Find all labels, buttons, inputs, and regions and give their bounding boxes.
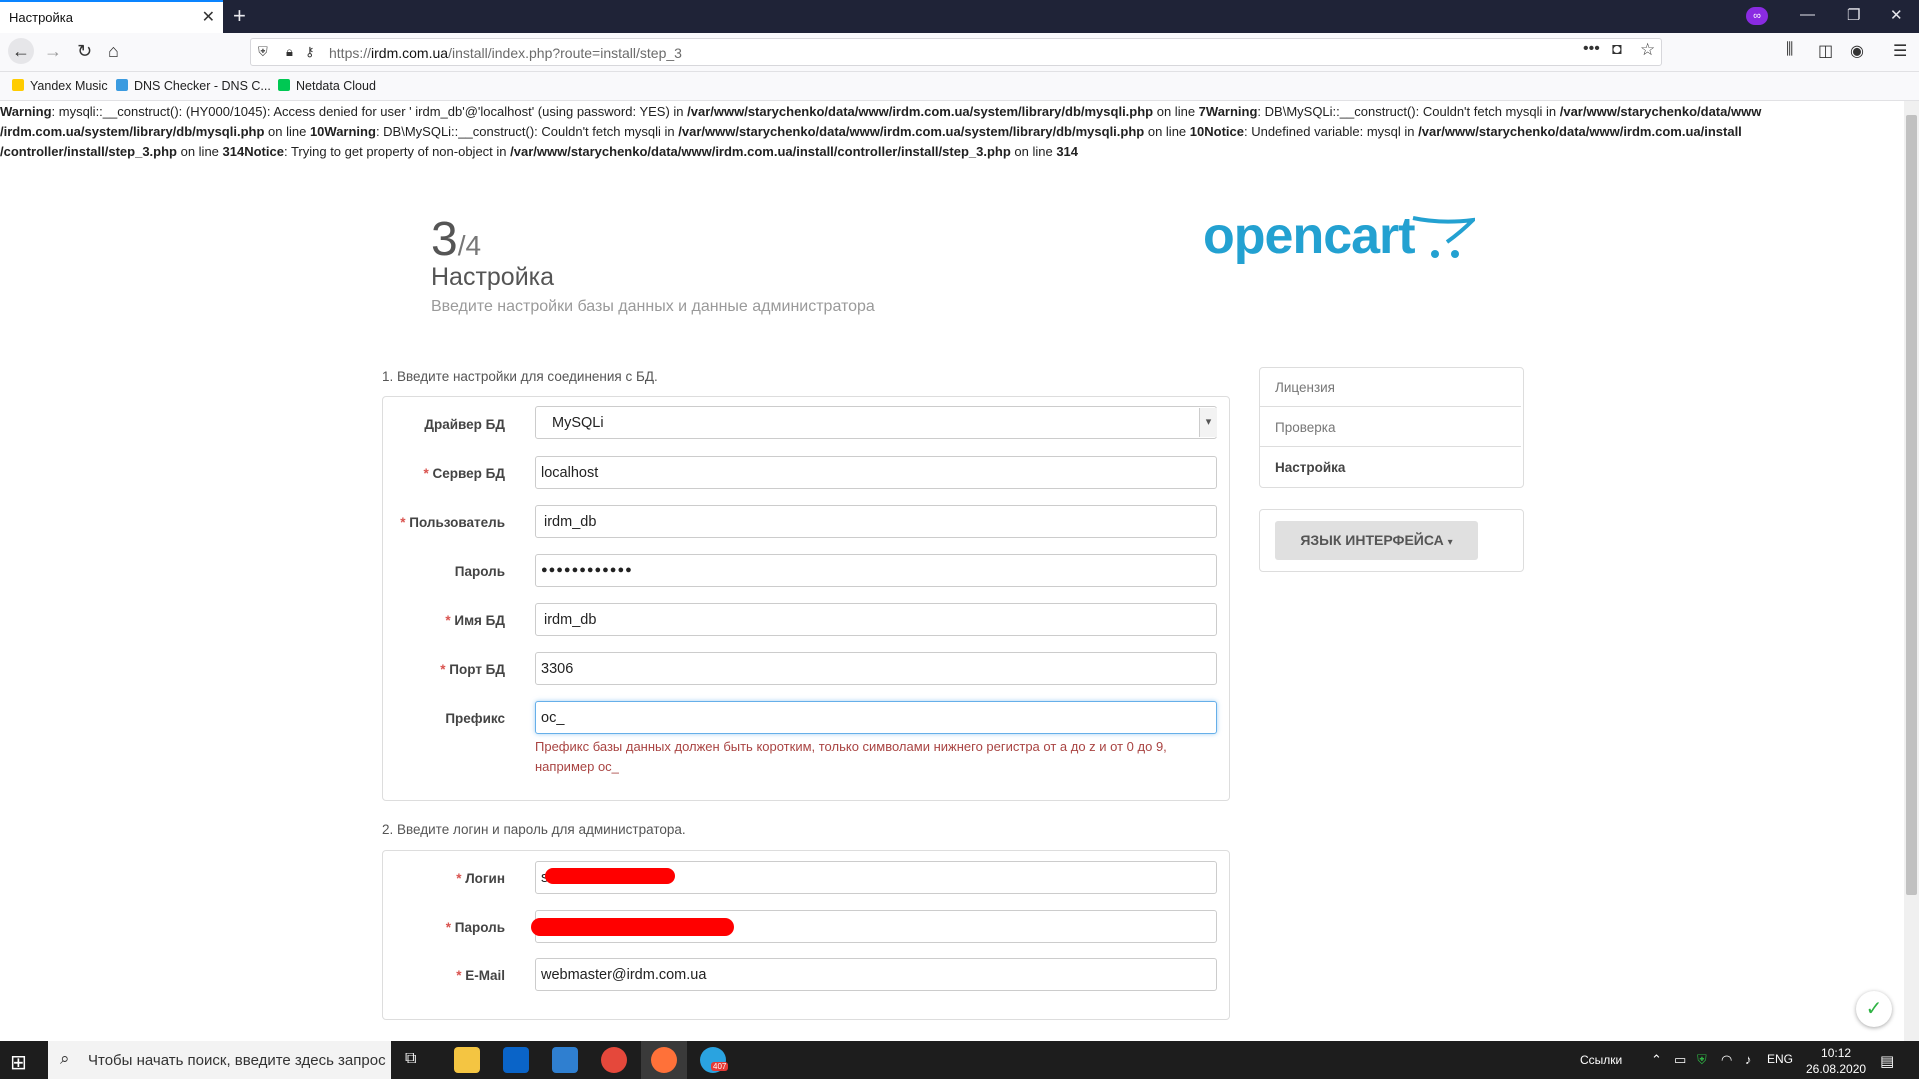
bookmark-dns-checker[interactable]: DNS Checker - DNS C... [116, 79, 271, 93]
sidebar-item-license[interactable]: Лицензия [1260, 368, 1521, 407]
driver-select-value: MySQLi [552, 415, 604, 431]
search-icon: ⌕ [60, 1049, 70, 1068]
window-close-icon[interactable]: ✕ [1890, 6, 1903, 24]
windows-start-icon[interactable]: ⊞ [10, 1050, 27, 1075]
page-subtitle: Введите настройки базы данных и данные а… [431, 298, 875, 315]
yandex-music-icon [12, 79, 24, 91]
file-explorer-icon[interactable] [454, 1047, 480, 1073]
reload-icon[interactable]: ↻ [77, 41, 92, 62]
taskbar-search-placeholder: Чтобы начать поиск, введите здесь запрос [88, 1052, 386, 1069]
chevron-up-icon[interactable]: ⌃ [1651, 1052, 1662, 1068]
user-input-value: irdm_db [544, 514, 597, 530]
tray-links-label[interactable]: Ссылки [1580, 1053, 1622, 1067]
security-check-icon[interactable]: ✓ [1856, 991, 1892, 1027]
db-password-value: ●●●●●●●●●●●● [541, 564, 633, 576]
bookmark-star-icon[interactable]: ☆ [1640, 40, 1655, 60]
admin-password-label: * Пароль [445, 920, 505, 935]
db-password-input[interactable] [535, 554, 1217, 587]
menu-icon[interactable]: ☰ [1893, 41, 1907, 61]
db-section-legend: 1. Введите настройки для соединения с БД… [382, 369, 658, 384]
close-icon[interactable]: ✕ [202, 7, 215, 27]
dbname-input[interactable] [535, 603, 1217, 636]
dbname-label: * Имя БД [445, 613, 505, 628]
sidebar-item-settings[interactable]: Настройка [1260, 448, 1521, 487]
login-label: * Логин [456, 871, 505, 886]
security-tray-icon[interactable]: ⛨ [1697, 1052, 1707, 1068]
library-icon[interactable]: ⫼ [1786, 41, 1793, 59]
notifications-icon[interactable]: ▤ [1880, 1052, 1894, 1070]
cart-icon [1412, 216, 1475, 258]
warning-line: /irdm.com.ua/system/library/db/mysqli.ph… [0, 124, 1742, 139]
taskbar-clock[interactable]: 10:12 26.08.2020 [1806, 1045, 1866, 1077]
url-host: irdm.com.ua [371, 45, 449, 61]
netdata-icon [278, 79, 290, 91]
scrollbar-thumb[interactable] [1906, 115, 1917, 895]
url-path: /install/index.php?route=install/step_3 [448, 45, 682, 61]
app-cube-icon[interactable] [552, 1047, 578, 1073]
outlook-icon[interactable] [503, 1047, 529, 1073]
host-label: * Сервер БД [423, 466, 505, 481]
dns-checker-icon [116, 79, 128, 91]
warning-line: Warning: mysqli::__construct(): (HY000/1… [0, 104, 1762, 119]
sidebar-toggle-icon[interactable]: ◫ [1818, 41, 1833, 61]
url-text[interactable]: https://irdm.com.ua/install/index.php?ro… [329, 45, 682, 61]
battery-icon[interactable]: ▭ [1674, 1052, 1686, 1068]
page-title: Настройка [431, 263, 555, 291]
prefix-input[interactable] [535, 701, 1217, 734]
language-indicator[interactable]: ENG [1767, 1052, 1793, 1066]
account-icon[interactable]: ◉ [1850, 41, 1864, 61]
prefix-label: Префикс [445, 711, 505, 726]
browser-tab[interactable]: Настройка ✕ [0, 0, 223, 33]
new-tab-icon[interactable]: + [233, 3, 246, 29]
host-input[interactable] [535, 456, 1217, 489]
private-mask-icon: ∞ [1746, 7, 1768, 25]
prefix-error-text: Префикс базы данных должен быть коротким… [535, 739, 1167, 774]
redaction-mark [545, 868, 675, 884]
redaction-mark [531, 918, 734, 936]
language-dropdown-button[interactable]: ЯЗЫК ИНТЕРФЕЙСА ▾ [1275, 521, 1478, 560]
dbname-input-value: irdm_db [544, 612, 597, 628]
minimize-icon[interactable]: — [1800, 6, 1815, 23]
host-input-value: localhost [541, 465, 599, 481]
password-label: Пароль [454, 564, 505, 579]
bookmark-netdata-cloud[interactable]: Netdata Cloud [278, 79, 376, 93]
lock-icon[interactable]: 🔒︎ [286, 44, 293, 60]
task-view-icon[interactable]: ⧉ [405, 1050, 416, 1068]
url-scheme: https:// [329, 45, 372, 61]
opencart-logo: opencart [1203, 207, 1416, 265]
chevron-down-icon[interactable]: ▾ [1199, 408, 1217, 437]
back-icon[interactable]: ← [8, 38, 34, 64]
telegram-badge: 407 [711, 1062, 729, 1071]
warning-line: /controller/install/step_3.php on line 3… [0, 144, 1079, 159]
caret-down-icon: ▾ [1447, 537, 1453, 548]
step-indicator: 3/4 [431, 213, 482, 266]
tab-bar [0, 0, 1919, 33]
home-icon[interactable]: ⌂ [108, 41, 119, 62]
prefix-input-value: oc_ [541, 710, 565, 726]
email-label: * E-Mail [456, 968, 505, 983]
email-input-value: webmaster@irdm.com.ua [541, 967, 707, 983]
admin-section-legend: 2. Введите логин и пароль для администра… [382, 822, 686, 837]
bookmark-yandex-music[interactable]: Yandex Music [12, 79, 108, 93]
php-warnings: Warning: mysqli::__construct(): (HY000/1… [0, 102, 1892, 162]
forward-icon[interactable]: → [44, 41, 62, 62]
network-icon[interactable]: ◠ [1721, 1052, 1732, 1068]
driver-label: Драйвер БД [424, 417, 505, 432]
restore-icon[interactable]: ❐ [1847, 6, 1860, 24]
key-icon[interactable]: ⚷ [305, 44, 315, 60]
user-label: * Пользователь [400, 515, 505, 530]
port-input[interactable] [535, 652, 1217, 685]
chrome-icon[interactable] [601, 1047, 627, 1073]
sidebar-item-check[interactable]: Проверка [1260, 408, 1521, 447]
user-input[interactable] [535, 505, 1217, 538]
shield-tracking-icon[interactable]: ⛨ [258, 44, 268, 60]
volume-icon[interactable]: ♪ [1745, 1052, 1752, 1067]
firefox-icon[interactable] [651, 1047, 677, 1073]
port-input-value: 3306 [541, 661, 574, 677]
driver-select[interactable] [535, 406, 1217, 439]
more-actions-icon[interactable]: ••• [1583, 40, 1600, 58]
port-label: * Порт БД [440, 662, 505, 677]
tab-title: Настройка [9, 10, 73, 25]
pocket-icon[interactable]: ◘ [1612, 41, 1622, 59]
